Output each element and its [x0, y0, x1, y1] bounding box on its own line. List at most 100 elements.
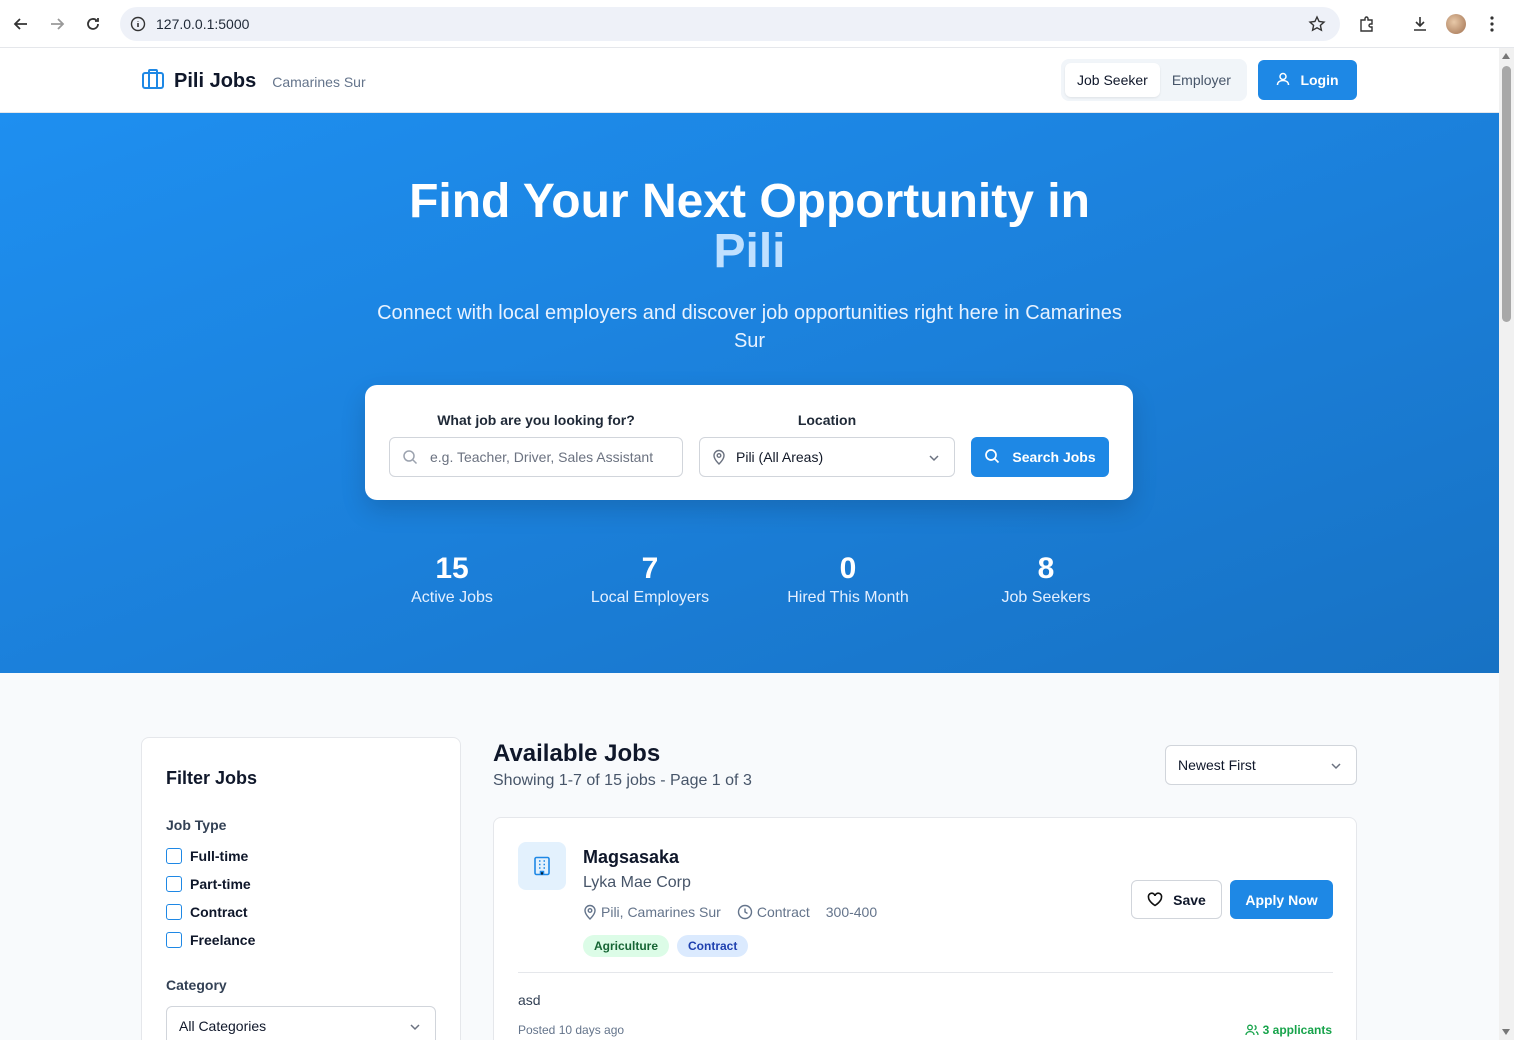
role-employer[interactable]: Employer — [1160, 63, 1243, 97]
checkbox-freelance[interactable]: Freelance — [166, 932, 255, 948]
job-type-text: Contract — [756, 904, 810, 920]
job-location-text: Pili, Camarines Sur — [601, 904, 721, 920]
brand[interactable]: Pili Jobs Camarines Sur — [141, 68, 366, 95]
login-button[interactable]: Login — [1258, 60, 1357, 100]
stat-label: Hired This Month — [787, 589, 909, 606]
search-jobs-button[interactable]: Search Jobs — [971, 437, 1109, 477]
applicants-text: 3 applicants — [1262, 1023, 1332, 1037]
scroll-down-arrow[interactable] — [1502, 1029, 1510, 1035]
checkbox-contract[interactable]: Contract — [166, 904, 248, 920]
brand-name: Pili Jobs — [174, 70, 257, 92]
download-icon[interactable] — [1408, 12, 1432, 36]
job-company: Lyka Mae Corp — [583, 874, 691, 891]
chevron-down-icon — [1330, 759, 1342, 775]
jobs-heading: Available Jobs — [493, 740, 661, 767]
job-type-label: Job Type — [166, 817, 227, 833]
category-select[interactable]: All Categories — [166, 1006, 436, 1040]
job-type: Contract — [737, 904, 810, 920]
checkbox-part-time[interactable]: Part-time — [166, 876, 251, 892]
job-location: Pili, Camarines Sur — [583, 904, 721, 920]
address-bar[interactable]: 127.0.0.1:5000 — [120, 7, 1340, 41]
stat-active-jobs: 15 Active Jobs — [352, 551, 552, 607]
checkbox[interactable] — [166, 904, 182, 920]
hero-title: Find Your Next Opportunity in Pili — [0, 177, 1499, 277]
scroll-thumb[interactable] — [1502, 66, 1511, 322]
stat-value: 15 — [435, 552, 469, 585]
user-icon — [1276, 72, 1290, 89]
location-value: Pili (All Areas) — [736, 449, 824, 465]
sort-value: Newest First — [1178, 757, 1256, 773]
location-label: Location — [797, 412, 857, 428]
checkbox-label: Contract — [190, 904, 248, 920]
checkbox-label: Part-time — [190, 876, 251, 892]
users-icon — [1244, 1024, 1259, 1036]
url-text: 127.0.0.1:5000 — [156, 16, 250, 32]
apply-now-button[interactable]: Apply Now — [1230, 880, 1333, 919]
stat-value: 7 — [641, 552, 659, 585]
hero-title-text: Find Your Next Opportunity in — [409, 175, 1090, 228]
search-icon — [984, 448, 1000, 467]
role-switch: Job Seeker Employer — [1061, 59, 1247, 101]
job-applicants: 3 applicants — [1244, 1023, 1332, 1037]
stat-local-employers: 7 Local Employers — [550, 551, 750, 607]
job-search-placeholder: e.g. Teacher, Driver, Sales Assistant — [430, 449, 654, 465]
back-icon[interactable] — [9, 12, 33, 36]
hero-section: Find Your Next Opportunity in Pili Conne… — [0, 113, 1499, 673]
hero-subtitle: Connect with local employers and discove… — [377, 302, 1122, 352]
bookmark-star-icon[interactable] — [1308, 15, 1326, 38]
checkbox[interactable] — [166, 932, 182, 948]
briefcase-icon — [141, 68, 165, 95]
site-header: Pili Jobs Camarines Sur Job Seeker Emplo… — [0, 48, 1499, 113]
map-pin-icon — [583, 904, 597, 920]
location-select[interactable]: Pili (All Areas) — [699, 437, 955, 477]
job-meta: Pili, Camarines Sur Contract 300-400 — [583, 904, 893, 920]
stat-label: Job Seekers — [1001, 589, 1091, 606]
stat-value: 8 — [1037, 552, 1055, 585]
extensions-icon[interactable] — [1355, 12, 1379, 36]
stat-hired-this-month: 0 Hired This Month — [748, 551, 948, 607]
jobs-summary: Showing 1-7 of 15 jobs - Page 1 of 3 — [493, 772, 752, 789]
card-divider — [518, 972, 1333, 973]
category-value: All Categories — [179, 1018, 267, 1034]
search-jobs-label: Search Jobs — [1012, 449, 1096, 465]
category-label: Category — [166, 977, 227, 993]
job-posted: Posted 10 days ago — [518, 1023, 625, 1037]
job-card[interactable]: Magsasaka Lyka Mae Corp Pili, Camarines … — [493, 817, 1357, 1040]
brand-location: Camarines Sur — [272, 73, 366, 90]
checkbox[interactable] — [166, 848, 182, 864]
site-info-icon[interactable] — [130, 16, 146, 32]
job-tags: Agriculture Contract — [583, 935, 749, 957]
map-pin-icon — [712, 449, 726, 465]
checkbox[interactable] — [166, 876, 182, 892]
tag-category: Agriculture — [583, 935, 670, 957]
menu-kebab-icon[interactable] — [1480, 12, 1504, 36]
job-salary: 300-400 — [825, 904, 878, 920]
save-job-button[interactable]: Save — [1131, 880, 1222, 919]
hero-title-highlight: Pili — [713, 225, 786, 278]
building-icon — [518, 842, 566, 890]
stat-label: Active Jobs — [411, 589, 493, 606]
forward-icon[interactable] — [45, 12, 69, 36]
stat-job-seekers: 8 Job Seekers — [946, 551, 1146, 607]
profile-avatar[interactable] — [1444, 12, 1468, 36]
page-scrollbar[interactable] — [1499, 48, 1514, 1040]
sort-select[interactable]: Newest First — [1165, 745, 1357, 785]
heart-icon — [1147, 892, 1163, 907]
chevron-down-icon — [928, 451, 940, 467]
clock-icon — [737, 904, 753, 920]
reload-icon[interactable] — [81, 12, 105, 36]
login-label: Login — [1300, 72, 1339, 88]
job-search-input[interactable]: e.g. Teacher, Driver, Sales Assistant — [389, 437, 683, 477]
checkbox-label: Freelance — [190, 932, 256, 948]
search-icon — [402, 449, 418, 465]
search-card: What job are you looking for? Location e… — [365, 385, 1133, 500]
job-description: asd — [518, 992, 541, 1008]
stat-value: 0 — [839, 552, 857, 585]
browser-toolbar: 127.0.0.1:5000 — [0, 0, 1514, 48]
role-job-seeker[interactable]: Job Seeker — [1065, 63, 1160, 97]
save-label: Save — [1173, 891, 1206, 908]
job-title[interactable]: Magsasaka — [583, 847, 679, 868]
scroll-up-arrow[interactable] — [1502, 53, 1510, 59]
checkbox-full-time[interactable]: Full-time — [166, 848, 248, 864]
stat-label: Local Employers — [590, 589, 710, 606]
